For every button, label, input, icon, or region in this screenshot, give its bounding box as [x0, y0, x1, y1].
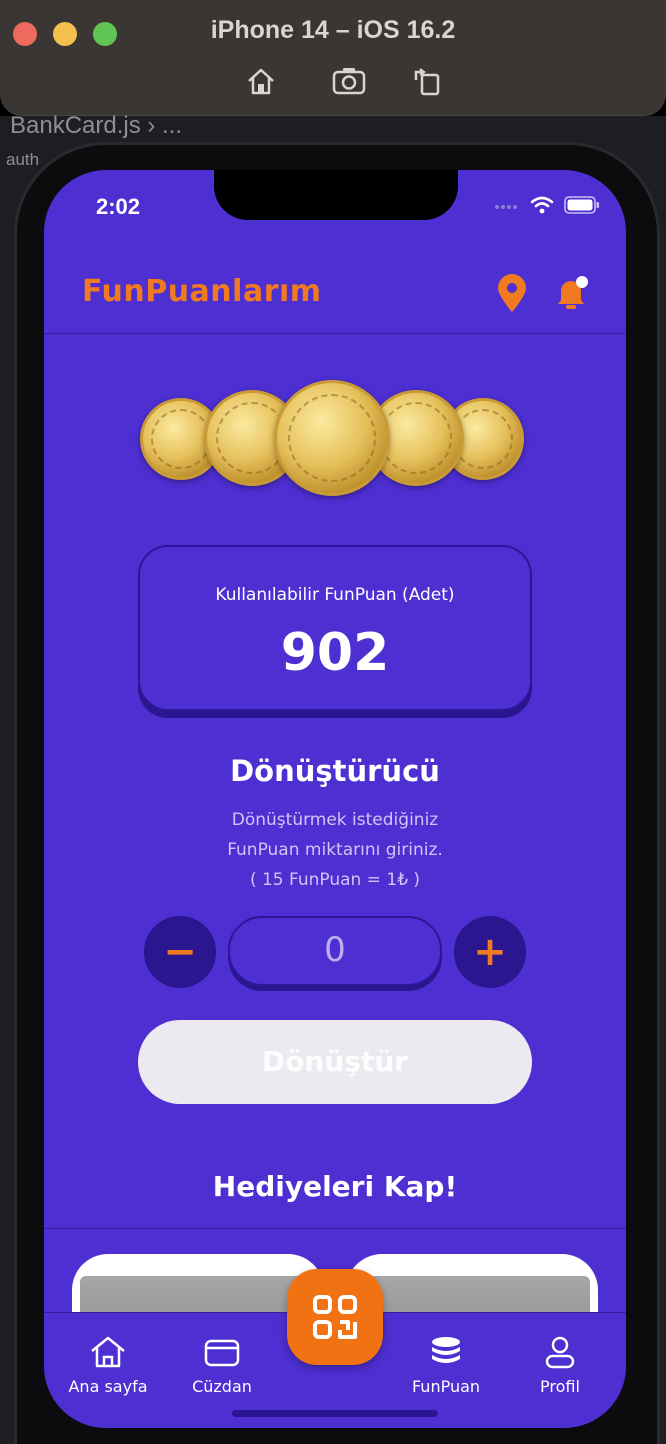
- conversion-rate: ( 15 FunPuan = 1₺ ): [249, 870, 421, 890]
- signal-icon: [495, 205, 517, 209]
- balance-value: 902: [280, 623, 390, 683]
- simulator-title-bar: iPhone 14 – iOS 16.2: [0, 0, 666, 116]
- home-indicator: [232, 1410, 438, 1417]
- wifi-icon: [530, 196, 554, 214]
- tab-home[interactable]: Ana sayfa: [58, 1335, 158, 1396]
- tab-wallet-label: Cüzdan: [192, 1377, 252, 1396]
- coin-image: [274, 380, 390, 496]
- tab-wallet[interactable]: Cüzdan: [172, 1335, 272, 1396]
- editor-author-label: auth: [6, 150, 40, 169]
- qr-scan-button[interactable]: [287, 1269, 383, 1365]
- home-icon: [91, 1336, 125, 1368]
- profile-icon: [545, 1336, 575, 1369]
- editor-tab-label[interactable]: BankCard.js › ...: [10, 112, 182, 140]
- decrease-button[interactable]: −: [144, 916, 216, 988]
- app-header: FunPuanlarım: [44, 260, 626, 334]
- balance-label: Kullanılabilir FunPuan (Adet): [215, 585, 455, 605]
- quantity-input[interactable]: 0: [228, 916, 442, 986]
- converter-title: Dönüştürücü: [230, 754, 440, 788]
- tab-profile-label: Profil: [540, 1377, 580, 1396]
- tab-funpuan[interactable]: FunPuan: [396, 1335, 496, 1396]
- phone-screen: 2:02 FunPuanlarım Kullanılabilir FunPuan…: [44, 170, 626, 1428]
- brand-title: FunPuanlarım: [82, 274, 322, 309]
- battery-icon: [564, 196, 599, 214]
- tab-home-label: Ana sayfa: [68, 1377, 148, 1396]
- converter-description-line1: Dönüştürmek istediğiniz: [231, 810, 439, 830]
- divider: [44, 1228, 626, 1229]
- gifts-title: Hediyeleri Kap!: [212, 1170, 458, 1203]
- converter-description-line2: FunPuan miktarını giriniz.: [227, 840, 443, 860]
- increase-button[interactable]: +: [454, 916, 526, 988]
- plus-icon: +: [473, 929, 507, 975]
- bell-icon[interactable]: [552, 274, 588, 314]
- rotate-icon[interactable]: [410, 66, 444, 96]
- qr-code-icon: [313, 1295, 357, 1339]
- coins-illustration: [136, 380, 536, 510]
- wallet-icon: [204, 1339, 240, 1367]
- balance-card: Kullanılabilir FunPuan (Adet) 902: [138, 545, 532, 711]
- screenshot-icon[interactable]: [332, 66, 366, 96]
- tab-funpuan-label: FunPuan: [411, 1377, 481, 1396]
- location-pin-icon[interactable]: [494, 274, 530, 314]
- convert-button[interactable]: Dönüştür: [138, 1020, 532, 1104]
- simulator-title: iPhone 14 – iOS 16.2: [210, 16, 456, 44]
- notch: [214, 170, 458, 220]
- home-icon[interactable]: [244, 66, 278, 96]
- tab-profile[interactable]: Profil: [510, 1335, 610, 1396]
- status-icons: [494, 196, 600, 214]
- minus-icon: −: [163, 929, 197, 975]
- status-time: 2:02: [96, 194, 141, 219]
- coins-stack-icon: [432, 1337, 460, 1363]
